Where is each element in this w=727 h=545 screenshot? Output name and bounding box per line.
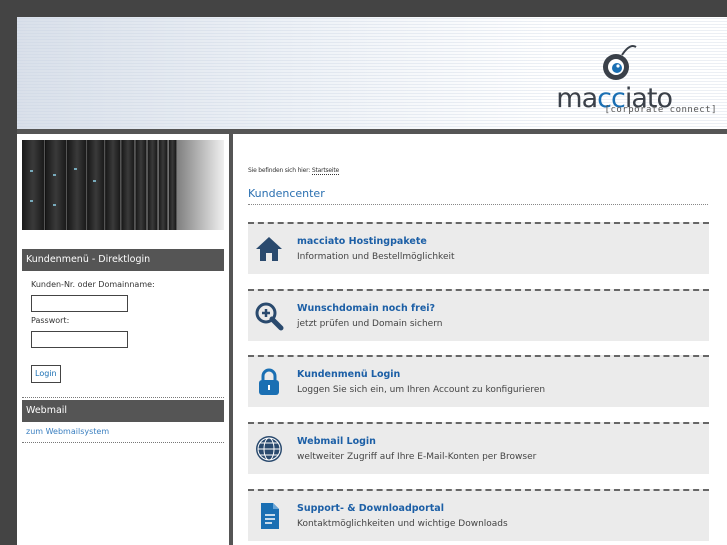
sidebar: Kundenmenü - Direktlogin Kunden-Nr. oder… <box>17 134 233 545</box>
login-button[interactable]: Login <box>31 365 61 383</box>
breadcrumb: Sie befinden sich hier: Startseite <box>248 167 339 175</box>
card-description: Kontaktmöglichkeiten und wichtige Downlo… <box>297 519 508 529</box>
page-frame: macciato [corporate connect] Kundenmenü … <box>17 17 727 545</box>
login-heading: Kundenmenü - Direktlogin <box>22 249 224 271</box>
lock-icon <box>259 368 279 395</box>
card-title[interactable]: Wunschdomain noch frei? <box>297 303 435 314</box>
card-support-portal[interactable]: Support- & Downloadportal Kontaktmöglich… <box>248 489 709 541</box>
card-title[interactable]: Support- & Downloadportal <box>297 503 444 514</box>
breadcrumb-prefix: Sie befinden sich hier: <box>248 167 311 174</box>
customer-number-label: Kunden-Nr. oder Domainname: <box>31 280 155 289</box>
webmail-link[interactable]: zum Webmailsystem <box>26 427 109 436</box>
password-input[interactable] <box>31 331 128 348</box>
password-label: Passwort: <box>31 316 70 325</box>
card-title[interactable]: Webmail Login <box>297 436 376 447</box>
card-title[interactable]: Kundenmenü Login <box>297 369 400 380</box>
document-icon <box>261 503 279 529</box>
header-banner: macciato [corporate connect] <box>17 17 727 129</box>
card-title[interactable]: macciato Hostingpakete <box>297 236 427 247</box>
logo-swirl-icon <box>603 45 637 80</box>
zoom-in-icon <box>255 302 284 331</box>
home-icon <box>256 237 282 261</box>
server-rack-image <box>22 140 224 230</box>
logo-prefix: ma <box>556 83 598 114</box>
customer-number-input[interactable] <box>31 295 128 312</box>
card-customer-login[interactable]: Kundenmenü Login Loggen Sie sich ein, um… <box>248 355 709 407</box>
page-title: Kundencenter <box>248 187 325 200</box>
logo[interactable]: macciato [corporate connect] <box>497 39 717 123</box>
card-webmail-login[interactable]: Webmail Login weltweiter Zugriff auf Ihr… <box>248 422 709 474</box>
webmail-heading: Webmail <box>22 400 224 422</box>
title-divider <box>248 204 708 205</box>
card-description: Loggen Sie sich ein, um Ihren Account zu… <box>297 385 546 395</box>
main-content: Sie befinden sich hier: Startseite Kunde… <box>233 134 727 545</box>
card-description: weltweiter Zugriff auf Ihre E-Mail-Konte… <box>297 452 537 462</box>
card-description: jetzt prüfen und Domain sichern <box>297 319 443 329</box>
card-description: Information und Bestellmöglichkeit <box>297 252 455 262</box>
breadcrumb-link[interactable]: Startseite <box>311 167 339 175</box>
divider <box>22 397 224 398</box>
divider <box>22 442 224 443</box>
logo-tagline: [corporate connect] <box>604 105 717 115</box>
card-domain-check[interactable]: Wunschdomain noch frei? jetzt prüfen und… <box>248 289 709 341</box>
globe-icon <box>256 436 282 462</box>
card-hosting[interactable]: macciato Hostingpakete Information und B… <box>248 222 709 274</box>
